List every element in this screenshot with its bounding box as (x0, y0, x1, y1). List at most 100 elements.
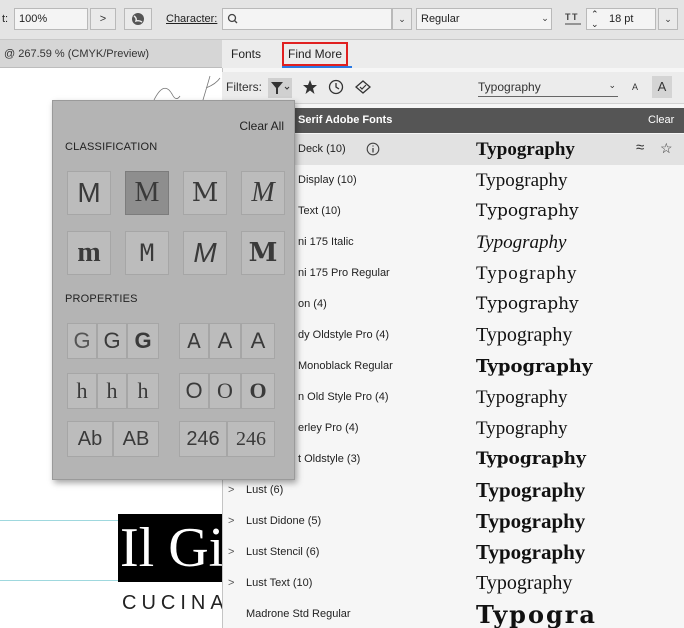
font-size-value: 18 pt (609, 13, 634, 25)
info-icon[interactable] (366, 142, 380, 159)
case-upper-tile[interactable]: AB (113, 421, 159, 457)
font-size-dropdown[interactable]: ⌄ (658, 8, 678, 30)
font-name: t Oldstyle (3) (298, 453, 361, 465)
cucina-text: CUCINA (122, 592, 229, 614)
font-size-icon: TT (564, 10, 582, 31)
svg-text:T: T (565, 12, 571, 22)
xheight-low-tile[interactable]: h (67, 373, 97, 409)
chevron-right-icon[interactable]: > (228, 506, 234, 537)
font-name: Deck (10) (298, 143, 346, 155)
font-name: Display (10) (298, 174, 357, 186)
class-slab-serif-tile[interactable]: M (183, 171, 227, 215)
favorite-icon[interactable]: ☆ (660, 140, 673, 157)
class-sans-serif-tile[interactable]: M (67, 171, 111, 215)
search-icon (226, 9, 240, 29)
numerals-lining-tile[interactable]: 246 (179, 421, 227, 457)
case-mixed-tile[interactable]: Ab (67, 421, 113, 457)
section-clear-button[interactable]: Clear (648, 108, 674, 133)
font-style-field[interactable]: Regular (416, 8, 552, 30)
font-name: erley Pro (4) (298, 422, 359, 434)
globe-icon (131, 13, 145, 29)
dropdown-icon: ⌄ (664, 14, 672, 24)
font-sample: Typography (476, 540, 586, 564)
width-wide-tile[interactable]: A (241, 323, 275, 359)
font-sample: Typography (476, 139, 575, 160)
filters-label: Filters: (226, 80, 262, 94)
font-sample: Typography (476, 201, 579, 221)
font-name: Lust Stencil (6) (246, 546, 320, 558)
dropdown-icon: ⌄ (398, 14, 406, 24)
font-style-dropdown[interactable]: ⌄ (536, 8, 554, 30)
font-sample: Typography (476, 324, 573, 346)
properties-heading: PROPERTIES (65, 293, 138, 305)
weight-regular-tile[interactable]: G (97, 323, 127, 359)
xheight-medium-tile[interactable]: h (97, 373, 127, 409)
contrast-high-tile[interactable]: O (241, 373, 275, 409)
chevron-right-icon[interactable]: > (228, 568, 234, 599)
font-sample: Typography (476, 572, 573, 594)
sample-size-large-button[interactable]: A (652, 76, 672, 98)
width-narrow-tile[interactable]: A (179, 323, 209, 359)
width-medium-tile[interactable]: A (209, 323, 241, 359)
dropdown-icon: ⌄ (541, 13, 549, 23)
class-blackletter-tile[interactable]: m (67, 231, 111, 275)
weight-bold-tile[interactable]: G (127, 323, 159, 359)
class-decorative-tile[interactable]: M (241, 231, 285, 275)
sample-text-value: Typography (478, 80, 541, 94)
font-row[interactable]: Madrone Std Regular Typogra (222, 599, 684, 628)
font-name: Text (10) (298, 205, 341, 217)
class-monospace-tile[interactable]: M (125, 231, 169, 275)
weight-light-tile[interactable]: G (67, 323, 97, 359)
star-icon[interactable] (302, 79, 318, 98)
font-sample: Typography (476, 263, 578, 284)
font-sample: Typogra (476, 600, 597, 628)
tab-fonts[interactable]: Fonts (231, 44, 261, 66)
cloud-sync-icon[interactable] (354, 79, 372, 98)
similar-icon[interactable]: ≈ (636, 139, 644, 156)
chevron-right-icon[interactable]: > (228, 537, 234, 568)
font-name: Madrone Std Regular (246, 608, 351, 620)
zoom-field[interactable]: 100% (14, 8, 88, 30)
control-bar: t: 100% > Character: ⌄ Regular ⌄ TT ⌃ ⌄ 1… (0, 0, 684, 40)
font-sample: Typography (476, 418, 568, 439)
font-family-field[interactable] (222, 8, 392, 30)
font-sample: Typography (476, 509, 586, 533)
font-sample: Typography (476, 387, 568, 408)
font-family-dropdown[interactable]: ⌄ (392, 8, 412, 30)
font-sample: Typography (476, 449, 586, 469)
classification-heading: CLASSIFICATION (65, 141, 158, 153)
font-size-field[interactable]: ⌃ ⌄ 18 pt (586, 8, 656, 30)
font-name: on (4) (298, 298, 327, 310)
numerals-oldstyle-tile[interactable]: 246 (227, 421, 275, 457)
font-row[interactable]: > Lust Stencil (6) Typography (222, 537, 684, 568)
document-tab[interactable]: @ 267.59 % (CMYK/Preview) (0, 40, 222, 68)
dropdown-icon: ⌄ (608, 80, 616, 90)
contrast-medium-tile[interactable]: O (209, 373, 241, 409)
logo-text: Il Gi (120, 517, 225, 579)
class-serif-tile[interactable]: M (125, 171, 169, 215)
sample-text-dropdown[interactable]: Typography ⌄ (478, 80, 618, 97)
globe-button[interactable] (124, 8, 152, 30)
font-name: Monoblack Regular (298, 360, 393, 372)
font-sample: Typography (476, 478, 586, 502)
filter-icon[interactable] (268, 78, 292, 101)
tab-find-more[interactable]: Find More (282, 42, 349, 66)
font-name: Lust Didone (5) (246, 515, 322, 527)
svg-text:T: T (572, 12, 578, 22)
xheight-high-tile[interactable]: h (127, 373, 159, 409)
character-label[interactable]: Character: (166, 8, 217, 30)
font-row[interactable]: > Lust Didone (5) Typography (222, 506, 684, 537)
class-script-tile[interactable]: M (241, 171, 285, 215)
clock-icon[interactable] (328, 79, 344, 98)
zoom-arrow-button[interactable]: > (90, 8, 116, 30)
class-handwritten-tile[interactable]: M (183, 231, 227, 275)
font-sample: Typography (476, 232, 567, 253)
clear-all-button[interactable]: Clear All (239, 119, 284, 133)
sample-size-small-button[interactable]: A (632, 82, 638, 92)
size-stepper-icon[interactable]: ⌃ ⌄ (591, 9, 599, 29)
font-row[interactable]: > Lust Text (10) Typography (222, 568, 684, 599)
font-name: ni 175 Italic (298, 236, 354, 248)
active-tab-indicator (282, 66, 352, 68)
classification-popup: Clear All CLASSIFICATION M M M M m M M M… (52, 100, 295, 480)
contrast-low-tile[interactable]: O (179, 373, 209, 409)
